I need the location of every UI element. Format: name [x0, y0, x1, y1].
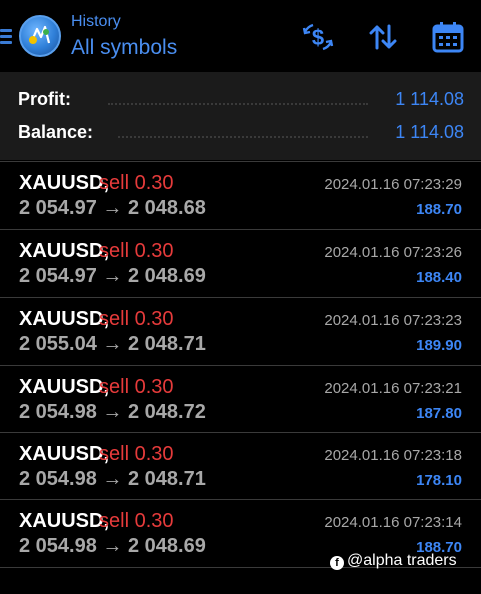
trade-side: sell 0.30	[99, 308, 174, 330]
trade-row[interactable]: XAUUSD, sell 0.30 2 054.98 → 2 048.72 20…	[0, 366, 481, 433]
trade-profit: 187.80	[416, 405, 462, 422]
trade-profit: 178.10	[416, 472, 462, 489]
trade-prices: 2 055.04 → 2 048.71	[19, 333, 206, 355]
trade-symbol: XAUUSD,	[19, 172, 110, 194]
profit-value: 1 114.08	[395, 89, 464, 109]
trade-profit: 189.90	[416, 337, 462, 354]
trade-side: sell 0.30	[99, 172, 174, 194]
trade-prices: 2 054.97 → 2 048.69	[19, 265, 206, 287]
trade-symbol: XAUUSD,	[19, 308, 110, 330]
profit-label: Profit:	[18, 89, 71, 109]
svg-text:$: $	[312, 25, 324, 50]
trade-row[interactable]: XAUUSD, sell 0.30 2 054.98 → 2 048.71 20…	[0, 433, 481, 500]
metatrader-logo-icon	[19, 15, 61, 57]
currency-switch-icon[interactable]: $	[301, 20, 335, 54]
trade-row[interactable]: XAUUSD, sell 0.30 2 054.97 → 2 048.68 20…	[0, 162, 481, 229]
watermark: f @alpha traders	[330, 552, 457, 570]
trade-symbol: XAUUSD,	[19, 240, 110, 262]
facebook-icon: f	[330, 556, 344, 570]
trade-symbol: XAUUSD,	[19, 376, 110, 398]
trade-prices: 2 054.97 → 2 048.68	[19, 197, 206, 219]
watermark-text: @alpha traders	[347, 552, 457, 569]
header-title[interactable]: All symbols	[71, 36, 177, 60]
trade-time: 2024.01.16 07:23:26	[324, 244, 462, 261]
balance-label: Balance:	[18, 122, 94, 142]
trade-symbol: XAUUSD,	[19, 510, 110, 532]
trade-symbol: XAUUSD,	[19, 443, 110, 465]
trade-profit: 188.70	[416, 201, 462, 218]
balance-dots	[118, 136, 368, 138]
trade-side: sell 0.30	[99, 376, 174, 398]
trade-prices: 2 054.98 → 2 048.72	[19, 401, 206, 423]
trade-prices: 2 054.98 → 2 048.69	[19, 535, 206, 557]
sort-icon[interactable]	[366, 20, 400, 54]
trade-row[interactable]: XAUUSD, sell 0.30 2 055.04 → 2 048.71 20…	[0, 298, 481, 365]
trade-profit: 188.40	[416, 269, 462, 286]
app-header: History All symbols $	[0, 0, 481, 72]
account-summary: Profit: 1 114.08 Balance: 1 114.08	[0, 72, 481, 160]
trade-time: 2024.01.16 07:23:29	[324, 176, 462, 193]
trade-time: 2024.01.16 07:23:18	[324, 447, 462, 464]
calendar-icon[interactable]	[431, 20, 465, 54]
trade-time: 2024.01.16 07:23:21	[324, 380, 462, 397]
profit-dots	[108, 103, 368, 105]
trade-row[interactable]: XAUUSD, sell 0.30 2 054.97 → 2 048.69 20…	[0, 230, 481, 297]
trade-side: sell 0.30	[99, 240, 174, 262]
trade-side: sell 0.30	[99, 443, 174, 465]
trade-side: sell 0.30	[99, 510, 174, 532]
header-subtitle: History	[71, 13, 121, 30]
trade-time: 2024.01.16 07:23:14	[324, 514, 462, 531]
trade-time: 2024.01.16 07:23:23	[324, 312, 462, 329]
trade-prices: 2 054.98 → 2 048.71	[19, 468, 206, 490]
balance-value: 1 114.08	[395, 122, 464, 142]
menu-icon[interactable]	[0, 26, 14, 48]
